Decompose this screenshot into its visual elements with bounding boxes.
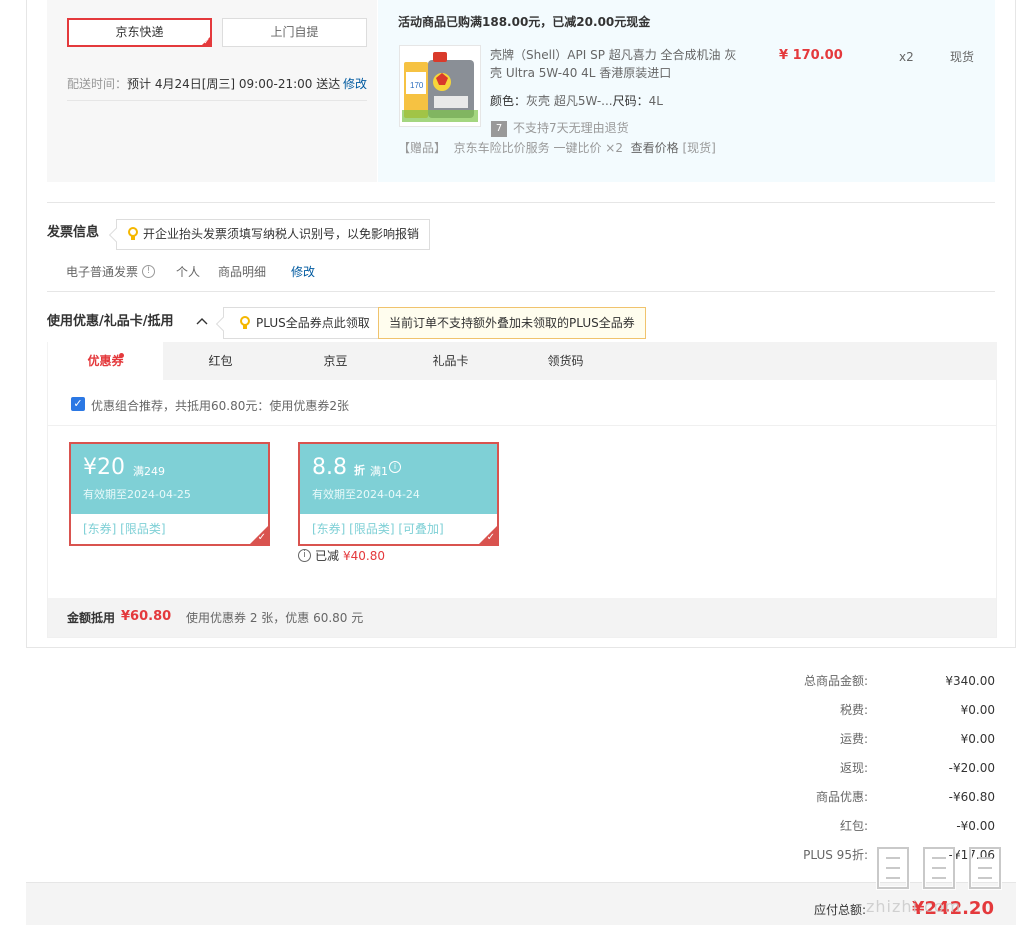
chevron-up-icon[interactable] — [196, 315, 208, 329]
coupon-amount: ¥20 — [83, 455, 125, 480]
shipping-divider — [67, 100, 367, 101]
coupon-tags: [东券] [限品类] — [83, 522, 166, 536]
gift-tag: 【赠品】 — [398, 141, 447, 155]
color-label: 颜色： — [490, 94, 527, 108]
coupon-amount: 8.8 折 — [312, 455, 365, 484]
deduct-label: 金额抵用 — [67, 611, 116, 625]
deduct-description: 使用优惠券 2 张，优惠 60.80 元 — [186, 611, 364, 625]
lightbulb-icon — [240, 316, 250, 329]
jd-express-button[interactable]: 京东快递 ✓ — [67, 18, 212, 47]
tab-coupons[interactable]: 优惠券 — [48, 342, 163, 380]
coupon-expiry: 有效期至2024-04-24 — [312, 488, 420, 501]
tab-label: 红包 — [208, 354, 233, 368]
check-icon: ✓ — [257, 532, 266, 543]
section-divider — [47, 291, 995, 292]
delivery-time-value: 预计 4月24日[周三] 09:00-21:00 送达 — [127, 77, 341, 91]
plus-coupon-tip[interactable]: PLUS全品券点此领取 — [223, 307, 381, 339]
no-return-text: 不支持7天无理由退货 — [513, 121, 629, 135]
watermark-text: zhizhi.com — [866, 897, 962, 916]
check-icon: ✓ — [486, 532, 495, 543]
delivery-edit-link[interactable]: 修改 — [343, 76, 367, 92]
coupon-tags: [东券] [限品类] [可叠加] — [312, 522, 444, 536]
stock-status: 现货 — [950, 50, 975, 64]
no-return-icon: 7 — [491, 121, 507, 137]
product-qty: x2 — [899, 50, 914, 64]
coupon-card[interactable]: 8.8 折 满1 有效期至2024-04-24 [东券] [限品类] [可叠加]… — [298, 442, 499, 546]
pickup-label: 上门自提 — [270, 25, 319, 39]
tab-jingdou[interactable]: 京豆 — [278, 342, 393, 380]
invoice-person: 个人 — [176, 265, 201, 279]
product-image[interactable]: 170 — [399, 45, 481, 127]
tab-red-packet[interactable]: 红包 — [163, 342, 278, 380]
invoice-tip: 开企业抬头发票须填写纳税人识别号，以免影响报销 — [116, 219, 431, 250]
promo-text: 活动商品已购满188.00元，已减20.00元现金 — [398, 15, 651, 29]
svg-text:170: 170 — [410, 81, 424, 90]
plus-warning: 当前订单不支持额外叠加未领取的PLUS全品券 — [378, 307, 646, 339]
invoice-edit-link[interactable]: 修改 — [291, 264, 315, 280]
used-label: 已减 — [315, 549, 340, 563]
summary-label: 总商品金额: — [803, 674, 868, 688]
gift-price-link[interactable]: 查看价格 — [631, 141, 679, 155]
summary-value: ¥340.00 — [945, 674, 995, 688]
tab-pickup-code[interactable]: 领货码 — [508, 342, 623, 380]
coupon-head: 8.8 折 满1 有效期至2024-04-24 — [300, 444, 497, 514]
size-value: 4L — [648, 94, 663, 108]
info-icon[interactable]: ! — [142, 265, 155, 278]
delivery-time: 配送时间：预计 4月24日[周三] 09:00-21:00 送达 — [67, 76, 340, 92]
summary-label: 商品优惠: — [815, 790, 868, 804]
summary-label: 红包: — [839, 819, 868, 833]
summary-label: PLUS 95折: — [803, 848, 868, 862]
total-label: 应付总额: — [814, 903, 867, 917]
summary-value: -¥60.80 — [948, 790, 995, 804]
combo-divider — [48, 425, 996, 426]
plus-tip-text: PLUS全品券点此领取 — [256, 316, 370, 330]
invoice-detail: 商品明细 — [218, 265, 267, 279]
info-icon[interactable]: i — [298, 549, 311, 562]
invoice-title: 发票信息 — [47, 225, 100, 240]
color-value: 灰壳 超凡5W-... — [526, 94, 613, 108]
tab-gift-card[interactable]: 礼品卡 — [393, 342, 508, 380]
coupon-section-title[interactable]: 使用优惠/礼品卡/抵用 — [47, 314, 174, 330]
product-price: ¥ 170.00 — [779, 48, 843, 63]
combo-text: 优惠组合推荐，共抵用60.80元：使用优惠券2张 — [91, 399, 349, 413]
lightbulb-icon — [128, 227, 138, 240]
product-name[interactable]: 壳牌（Shell）API SP 超凡喜力 全合成机油 灰壳 Ultra 5W-4… — [490, 46, 740, 82]
product-attributes: 颜色：灰壳 超凡5W-...尺码：4L — [490, 93, 663, 109]
coupon-card[interactable]: ¥20 满249 有效期至2024-04-25 [东券] [限品类] ✓ — [69, 442, 270, 546]
gift-stock: [现货] — [682, 141, 716, 155]
summary-label: 税费: — [839, 703, 868, 717]
used-amount: ¥40.80 — [343, 549, 385, 563]
coupon-condition: 满249 — [133, 465, 165, 478]
tab-label: 京豆 — [323, 354, 348, 368]
summary-value: ¥0.00 — [960, 732, 995, 746]
notification-dot — [119, 353, 124, 358]
summary-label: 返现: — [839, 761, 868, 775]
invoice-tip-text: 开企业抬头发票须填写纳税人识别号，以免影响报销 — [143, 227, 420, 241]
info-icon[interactable]: i — [389, 461, 401, 473]
coupon-head: ¥20 满249 有效期至2024-04-25 — [71, 444, 268, 514]
delivery-time-label: 配送时间： — [67, 77, 128, 91]
check-icon: ✓ — [203, 37, 210, 46]
section-divider — [47, 202, 995, 203]
deduct-amount: ¥60.80 — [121, 609, 172, 624]
coupon-amount-value: 8.8 — [312, 455, 347, 480]
size-label: 尺码： — [612, 94, 649, 108]
invoice-type: 电子普通发票 — [66, 265, 139, 279]
summary-label: 运费: — [839, 732, 868, 746]
jd-express-label: 京东快递 — [115, 25, 164, 39]
oil-can-icon: 170 — [402, 52, 478, 122]
tab-label: 礼品卡 — [432, 354, 469, 368]
gift-row: 【赠品】 京东车险比价服务 一键比价 ×2 查看价格 [现货] — [398, 140, 716, 156]
gift-name: 京东车险比价服务 一键比价 ×2 — [453, 141, 623, 155]
summary-value: ¥0.00 — [960, 703, 995, 717]
coupon-condition: 满1 — [370, 465, 388, 478]
tab-label: 领货码 — [547, 354, 584, 368]
summary-value: -¥20.00 — [948, 761, 995, 775]
pickup-button[interactable]: 上门自提 — [222, 18, 367, 47]
combo-checkbox[interactable]: ✓ — [71, 397, 85, 411]
summary-value: -¥0.00 — [956, 819, 995, 833]
coupon-expiry: 有效期至2024-04-25 — [83, 488, 191, 501]
coupon-unit: 折 — [354, 464, 365, 477]
